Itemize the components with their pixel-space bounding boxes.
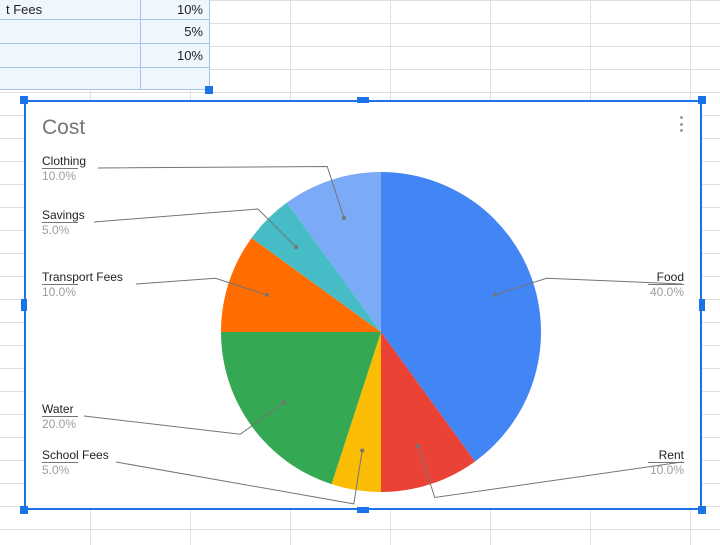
leader-dot <box>282 401 286 405</box>
resize-handle-nw[interactable] <box>20 96 28 104</box>
table-cell[interactable]: t Fees <box>0 0 140 19</box>
leader-dot <box>493 293 497 297</box>
leader-dot <box>416 444 420 448</box>
table-cell[interactable]: 10% <box>140 44 209 67</box>
slice-label-savings: Savings 5.0% <box>42 208 85 237</box>
resize-handle-n[interactable] <box>357 97 369 103</box>
data-table-selection[interactable]: t Fees 10% 5% 10% <box>0 0 210 90</box>
chart-object[interactable]: Cost Food 40.0% Rent 10.0% School Fees 5… <box>24 100 702 510</box>
slice-label-water: Water 20.0% <box>42 402 78 431</box>
resize-handle-e[interactable] <box>699 299 705 311</box>
slice-label-food: Food 40.0% <box>648 270 684 299</box>
pie-chart[interactable] <box>26 102 700 508</box>
table-cell[interactable] <box>140 68 209 89</box>
resize-handle-w[interactable] <box>21 299 27 311</box>
resize-handle-se[interactable] <box>698 506 706 514</box>
slice-label-transport-fees: Transport Fees 10.0% <box>42 270 123 299</box>
table-cell[interactable]: 10% <box>140 0 209 19</box>
slice-label-rent: Rent 10.0% <box>648 448 684 477</box>
table-cell[interactable]: 5% <box>140 20 209 43</box>
resize-handle-s[interactable] <box>357 507 369 513</box>
leader-dot <box>342 216 346 220</box>
leader-dot <box>360 449 364 453</box>
pie-svg <box>26 102 700 508</box>
resize-handle-sw[interactable] <box>20 506 28 514</box>
table-cell[interactable] <box>0 20 140 43</box>
slice-label-school-fees: School Fees 5.0% <box>42 448 109 477</box>
leader-dot <box>294 245 298 249</box>
leader-dot <box>265 293 269 297</box>
slice-label-clothing: Clothing 10.0% <box>42 154 86 183</box>
range-fill-handle[interactable] <box>205 86 213 94</box>
resize-handle-ne[interactable] <box>698 96 706 104</box>
table-cell[interactable] <box>0 44 140 67</box>
table-cell[interactable] <box>0 68 140 89</box>
